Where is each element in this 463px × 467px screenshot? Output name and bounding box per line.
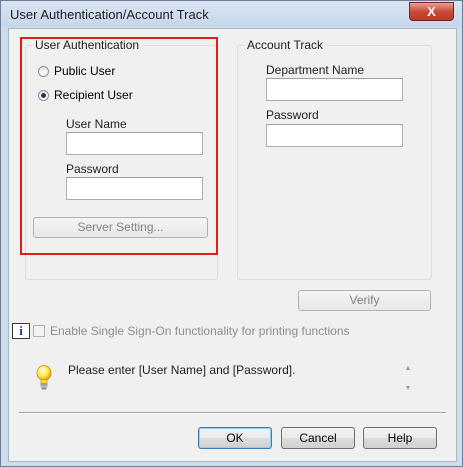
footer-separator	[19, 412, 446, 414]
dialog-window: User Authentication/Account Track X User…	[0, 0, 463, 467]
message-text: Please enter [User Name] and [Password].	[68, 363, 296, 377]
sso-label: Enable Single Sign-On functionality for …	[50, 324, 350, 338]
lightbulb-icon	[36, 365, 52, 390]
window-title: User Authentication/Account Track	[10, 7, 209, 22]
highlight-frame	[20, 37, 218, 255]
department-name-label: Department Name	[266, 63, 365, 77]
scroll-up-arrow-icon[interactable]: ▲	[403, 365, 413, 373]
department-name-input[interactable]	[266, 78, 403, 101]
scroll-down-arrow-icon[interactable]: ▼	[403, 385, 413, 393]
sso-checkbox[interactable]	[33, 325, 45, 337]
verify-button[interactable]: Verify	[298, 290, 431, 311]
info-icon: i	[12, 323, 30, 339]
title-bar[interactable]: User Authentication/Account Track X	[1, 1, 462, 27]
help-button[interactable]: Help	[363, 427, 437, 449]
close-button[interactable]: X	[409, 2, 454, 21]
account-password-input[interactable]	[266, 124, 403, 147]
ok-button[interactable]: OK	[198, 427, 272, 449]
account-password-label: Password	[266, 108, 319, 122]
cancel-button[interactable]: Cancel	[281, 427, 355, 449]
account-track-group-title: Account Track	[244, 38, 327, 52]
